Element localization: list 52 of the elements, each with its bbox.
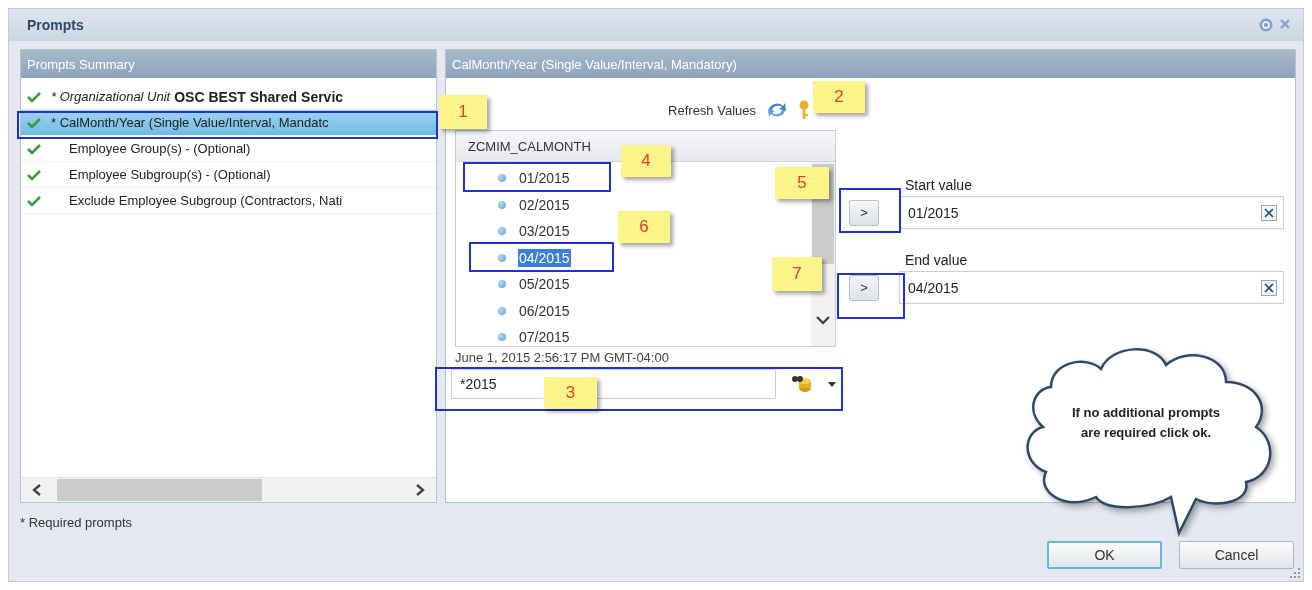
window-title: Prompts [27,17,84,33]
highlight-frame [837,273,905,319]
footnote: * Required prompts [20,515,132,530]
summary-item[interactable]: Exclude Employee Subgroup (Contractors, Nati [21,188,436,214]
refresh-icon[interactable] [766,101,788,119]
bullet-icon [498,280,506,289]
bullet-icon [498,333,506,342]
step-number-tooltip: 7 [772,257,822,291]
step-number-tooltip: 6 [618,211,670,243]
panel-header: Prompts Summary [21,50,436,78]
summary-item[interactable]: * CalMonth/Year (Single Value/Interval, Mandatc [21,110,436,136]
summary-item[interactable]: Employee Group(s) - (Optional) [21,136,436,162]
step-number-tooltip: 1 [439,95,487,129]
step-number-tooltip: 3 [544,377,597,409]
clear-icon[interactable] [1261,279,1277,296]
add-button[interactable]: > [849,199,879,226]
bullet-icon [498,200,506,209]
chevron-right-icon[interactable] [414,483,426,497]
summary-item[interactable]: Employee Subgroup(s) - (Optional) [21,162,436,188]
bullet-icon [498,174,506,183]
list-item[interactable]: 01/2015 [456,165,575,192]
list-item[interactable]: 05/2015 [456,271,575,298]
bullet-icon [498,227,506,236]
add-button[interactable]: > [849,274,879,301]
field-label: Start value [905,176,973,195]
list-item[interactable]: 02/2015 [456,191,575,218]
field-label: End value [905,251,969,270]
resize-grip-icon[interactable] [1289,567,1301,579]
horizontal-scrollbar[interactable] [21,477,436,502]
bullet-icon [498,306,506,315]
chevron-down-icon[interactable] [815,314,831,326]
callout-text: If no additional prompts are required click ok. [1070,404,1221,442]
dialog-button[interactable]: Cancel [1179,541,1294,569]
step-number-tooltip: 2 [813,81,865,113]
timestamp: June 1, 2015 2:56:17 PM GMT-04:00 [455,349,670,367]
chevron-left-icon[interactable] [31,483,43,497]
help-icon[interactable] [1259,18,1273,32]
step-number-tooltip: 4 [621,145,671,177]
dialog-button[interactable]: OK [1047,541,1162,569]
value-field[interactable]: 01/2015 [899,196,1284,229]
highlight-frame [839,188,901,233]
list-item[interactable]: 07/2015 [456,324,575,346]
value-field[interactable]: 04/2015 [899,271,1284,304]
clear-icon[interactable] [1261,204,1277,221]
panel-header: CalMonth/Year (Single Value/Interval, Mandatory) [446,50,1295,78]
list-item[interactable]: 03/2015 [456,218,575,245]
list-item[interactable]: 04/2015 [456,244,575,271]
list-item[interactable]: 06/2015 [456,297,575,324]
refresh-link[interactable]: Refresh Values [668,102,756,118]
bullet-icon [498,253,506,262]
dropdown-caret-icon[interactable] [828,381,836,387]
step-number-tooltip: 5 [775,167,829,199]
